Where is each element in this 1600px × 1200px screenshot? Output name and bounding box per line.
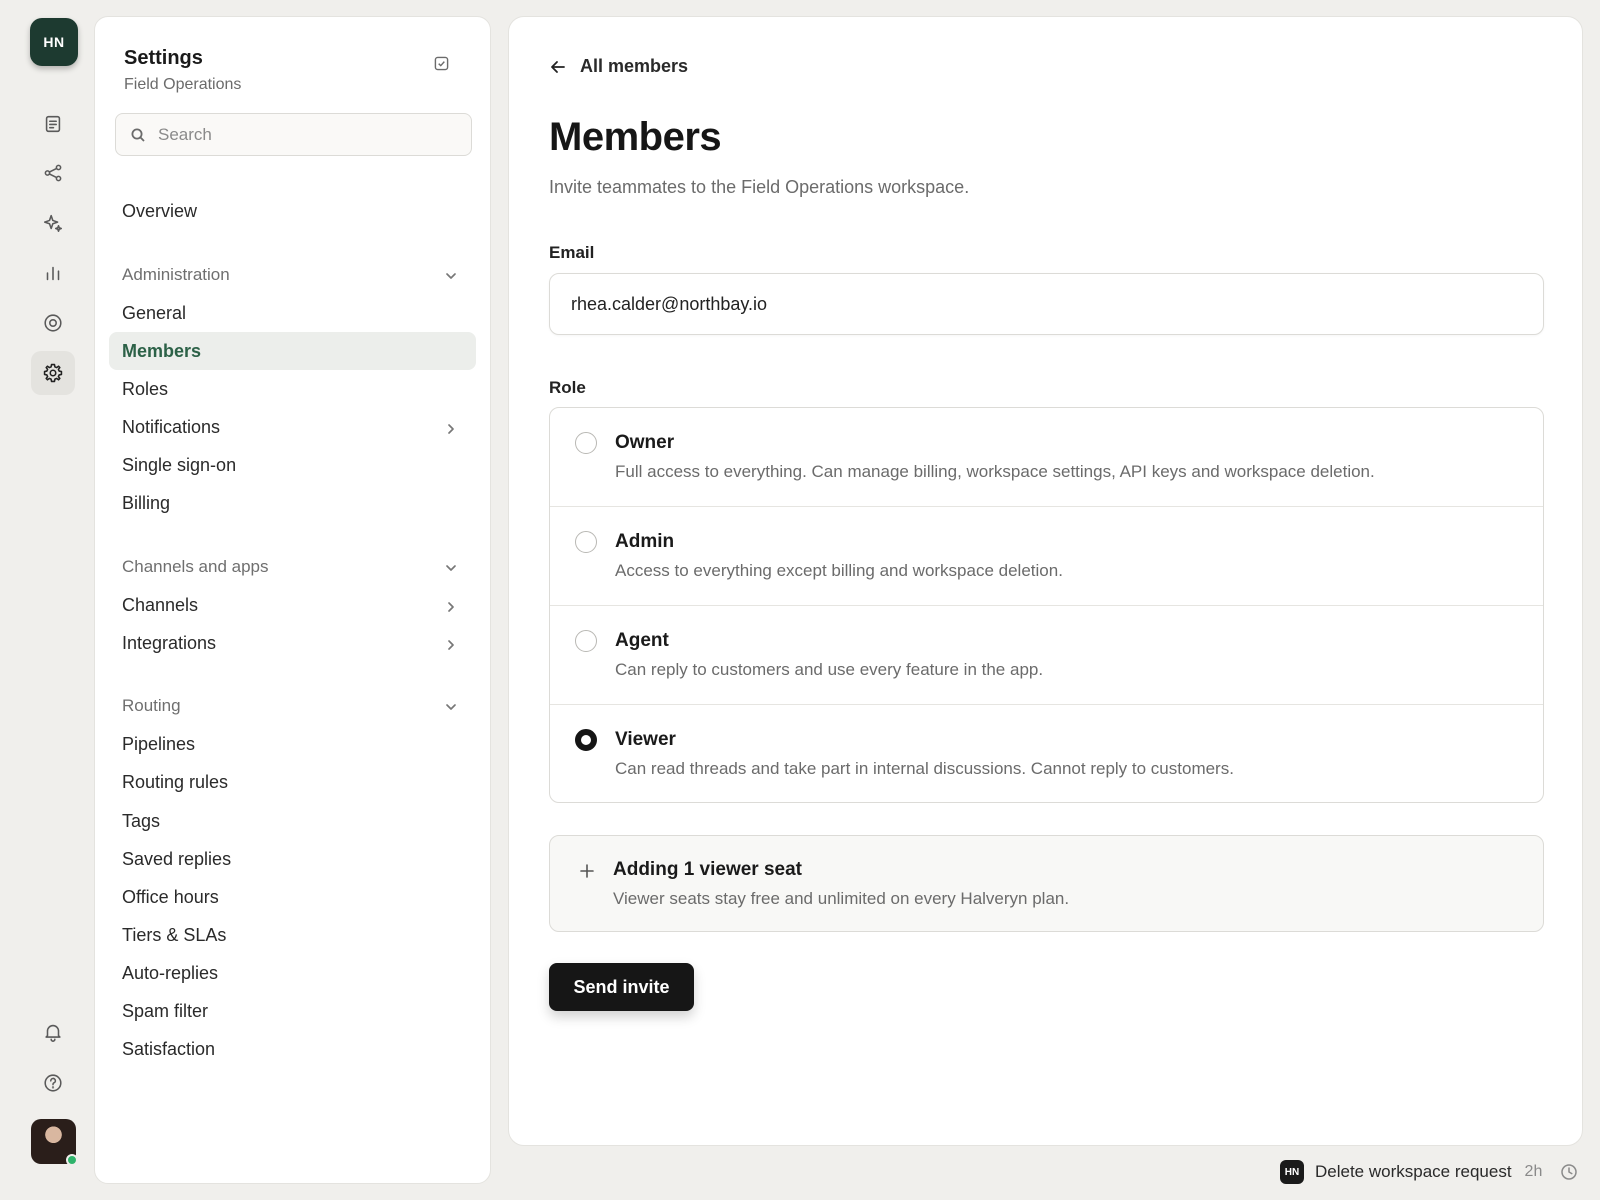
section-channels-and-apps[interactable]: Channels and apps xyxy=(109,548,476,586)
nav-roles[interactable]: Roles xyxy=(109,370,476,408)
gear-icon[interactable] xyxy=(31,351,75,395)
section-administration[interactable]: Administration xyxy=(109,256,476,294)
nav-pipelines[interactable]: Pipelines xyxy=(109,725,476,763)
bar-chart-icon[interactable] xyxy=(31,251,75,295)
nav-general[interactable]: General xyxy=(109,294,476,332)
nav-notifications[interactable]: Notifications xyxy=(109,408,476,446)
role-name: Owner xyxy=(615,432,675,453)
chevron-right-icon xyxy=(444,636,458,650)
nav-tiers-slas[interactable]: Tiers & SLAs xyxy=(109,916,476,954)
settings-panel: Settings Field Operations Overview Admin… xyxy=(94,16,491,1184)
help-icon[interactable] xyxy=(31,1061,75,1105)
page-title: Members xyxy=(549,115,722,159)
nav-saved-replies[interactable]: Saved replies xyxy=(109,840,476,878)
toast-time: 2h xyxy=(1524,1163,1543,1180)
plus-icon xyxy=(578,862,596,880)
section-label: Channels and apps xyxy=(122,557,269,576)
back-label: All members xyxy=(580,56,689,76)
icon-rail: HN xyxy=(0,0,92,1200)
nav-label: Notifications xyxy=(122,416,221,437)
nav-label: Integrations xyxy=(122,632,217,653)
search-icon xyxy=(131,128,145,142)
section-label: Routing xyxy=(122,696,181,715)
settings-search[interactable] xyxy=(115,113,472,156)
nav-office-hours[interactable]: Office hours xyxy=(109,878,476,916)
bell-icon[interactable] xyxy=(31,1010,75,1054)
role-name: Viewer xyxy=(615,729,676,750)
radio-viewer[interactable] xyxy=(575,729,597,751)
back-to-all-members[interactable]: All members xyxy=(549,56,688,77)
nav-integrations[interactable]: Integrations xyxy=(109,624,476,662)
radio-admin[interactable] xyxy=(575,531,597,553)
settings-title: Settings xyxy=(124,47,203,69)
seat-description: Viewer seats stay free and unlimited on … xyxy=(613,889,1070,908)
nav-billing[interactable]: Billing xyxy=(109,484,476,522)
clock-icon[interactable] xyxy=(1560,1163,1578,1181)
radio-agent[interactable] xyxy=(575,630,597,652)
target-icon[interactable] xyxy=(31,301,75,345)
role-label: Role xyxy=(549,378,586,397)
role-description: Can reply to customers and use every fea… xyxy=(615,660,1044,679)
nav-spam-filter[interactable]: Spam filter xyxy=(109,992,476,1030)
seat-notice: Adding 1 viewer seat Viewer seats stay f… xyxy=(549,835,1544,932)
checkbox-icon[interactable] xyxy=(434,56,449,71)
role-options: Owner Full access to everything. Can man… xyxy=(549,407,1544,803)
chevron-down-icon xyxy=(444,268,458,282)
section-routing[interactable]: Routing xyxy=(109,687,476,725)
role-option-viewer[interactable]: Viewer Can read threads and take part in… xyxy=(550,705,1543,802)
role-name: Admin xyxy=(615,531,675,552)
online-status-dot xyxy=(66,1154,78,1166)
nav-single-sign-on[interactable]: Single sign-on xyxy=(109,446,476,484)
user-avatar[interactable] xyxy=(31,1119,78,1166)
nav-channels[interactable]: Channels xyxy=(109,586,476,624)
chevron-down-icon xyxy=(444,560,458,574)
role-description: Access to everything except billing and … xyxy=(615,561,1063,580)
role-option-owner[interactable]: Owner Full access to everything. Can man… xyxy=(550,408,1543,507)
email-field[interactable] xyxy=(549,273,1544,335)
page-description: Invite teammates to the Field Operations… xyxy=(549,177,970,197)
section-label: Administration xyxy=(122,265,230,284)
toast-text: Delete workspace request xyxy=(1315,1162,1512,1181)
nav-members[interactable]: Members xyxy=(109,332,476,370)
role-name: Agent xyxy=(615,630,669,651)
nav-routing-rules[interactable]: Routing rules xyxy=(109,763,476,801)
document-icon[interactable] xyxy=(31,102,75,146)
role-description: Full access to everything. Can manage bi… xyxy=(615,462,1375,481)
share-icon[interactable] xyxy=(31,151,75,195)
role-option-agent[interactable]: Agent Can reply to customers and use eve… xyxy=(550,606,1543,705)
nav-satisfaction[interactable]: Satisfaction xyxy=(109,1030,476,1068)
email-label: Email xyxy=(549,243,595,262)
chevron-right-icon xyxy=(444,598,458,612)
radio-owner[interactable] xyxy=(575,432,597,454)
nav-label: Channels xyxy=(122,594,199,615)
role-description: Can read threads and take part in intern… xyxy=(615,759,1234,778)
nav-auto-replies[interactable]: Auto-replies xyxy=(109,954,476,992)
send-invite-button[interactable]: Send invite xyxy=(549,963,694,1011)
workspace-logo[interactable]: HN xyxy=(30,18,78,66)
seat-title: Adding 1 viewer seat xyxy=(613,859,803,880)
role-option-admin[interactable]: Admin Access to everything except billin… xyxy=(550,507,1543,606)
activity-toast[interactable]: HN Delete workspace request 2h xyxy=(1280,1159,1578,1185)
nav-overview[interactable]: Overview xyxy=(109,192,476,230)
workspace-name: Field Operations xyxy=(124,76,242,93)
members-invite-card: All members Members Invite teammates to … xyxy=(508,16,1583,1146)
search-input[interactable] xyxy=(158,124,458,145)
nav-tags[interactable]: Tags xyxy=(109,802,476,840)
sparkle-icon[interactable] xyxy=(31,201,75,245)
workspace-badge: HN xyxy=(1280,1160,1304,1184)
chevron-right-icon xyxy=(444,420,458,434)
arrow-left-icon xyxy=(551,60,565,73)
chevron-down-icon xyxy=(444,699,458,713)
